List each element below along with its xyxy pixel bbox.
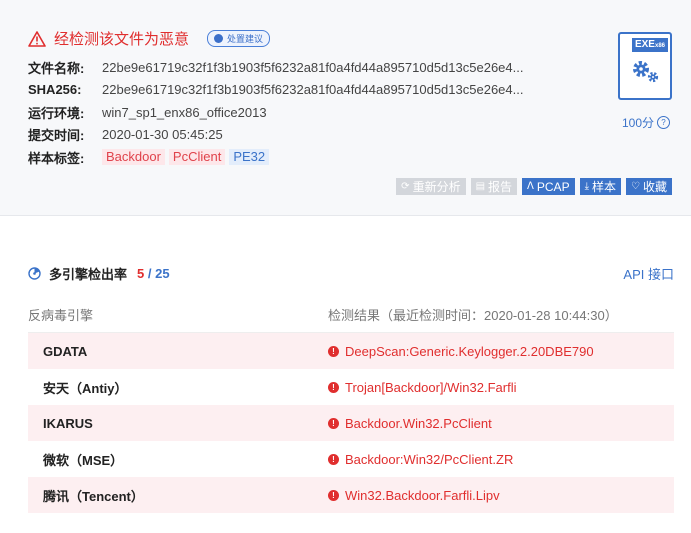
advice-button[interactable]: 处置建议 bbox=[207, 30, 271, 47]
sample-download-button[interactable]: ⤓ 样本 bbox=[579, 178, 622, 195]
warning-text: 经检测该文件为恶意 bbox=[54, 31, 190, 48]
table-row: IKARUS ! Backdoor.Win32.PcClient bbox=[28, 405, 674, 441]
advice-label: 处置建议 bbox=[227, 34, 264, 44]
exe-arch: x86 bbox=[654, 43, 665, 49]
reanalyze-button[interactable]: ⟳ 重新分析 bbox=[396, 178, 466, 195]
tags-label: 样本标签: bbox=[28, 150, 85, 166]
table-header: 反病毒引擎 检测结果（最近检测时间：2020-01-28 10:44:30） bbox=[28, 296, 674, 333]
filename-label: 文件名称: bbox=[28, 60, 85, 76]
exe-badge: EXEx86 bbox=[631, 38, 668, 52]
engine-name: 微软（MSE） bbox=[43, 452, 124, 468]
sha256-value: 22be9e61719c32f1f3b1903f5f6232a81f0a4fd4… bbox=[102, 82, 524, 98]
tags-row: 样本标签: Backdoor PcClient PE32 bbox=[28, 146, 523, 169]
time-row: 提交时间: 2020-01-30 05:45:25 bbox=[28, 124, 523, 147]
table-row: GDATA ! DeepScan:Generic.Keylogger.2.20DB… bbox=[28, 333, 674, 369]
score-value: 100分 bbox=[622, 116, 655, 130]
help-icon[interactable]: ? bbox=[657, 116, 671, 129]
detection-result: Backdoor.Win32.PcClient bbox=[345, 415, 492, 431]
detection-result: Trojan[Backdoor]/Win32.Farfli bbox=[345, 379, 517, 395]
exe-file-icon: EXEx86 bbox=[618, 32, 672, 100]
ratio-separator: / bbox=[147, 266, 152, 281]
sha256-row: SHA256: 22be9e61719c32f1f3b1903f5f6232a8… bbox=[28, 79, 523, 102]
tag-pcclient[interactable]: PcClient bbox=[168, 149, 226, 166]
file-info: 文件名称: 22be9e61719c32f1f3b1903f5f6232a81f… bbox=[28, 56, 523, 169]
col-engine-header: 反病毒引擎 bbox=[28, 307, 94, 323]
refresh-icon: ⟳ bbox=[401, 181, 410, 192]
engine-name: 腾讯（Tencent） bbox=[43, 488, 144, 504]
summary-panel: 经检测该文件为恶意 处置建议 文件名称: 22be9e61719c32f1f3b… bbox=[0, 0, 691, 216]
heart-icon: ♡ bbox=[631, 181, 640, 192]
detection-result: DeepScan:Generic.Keylogger.2.20DBE790 bbox=[345, 343, 594, 359]
report-button[interactable]: ▤ 报告 bbox=[470, 178, 518, 195]
engine-name: GDATA bbox=[43, 343, 88, 359]
time-value: 2020-01-30 05:45:25 bbox=[102, 127, 223, 143]
sample-label: 样本 bbox=[592, 180, 617, 194]
detected-count: 5 bbox=[137, 266, 145, 281]
table-row: 微软（MSE） ! Backdoor:Win32/PcClient.ZR bbox=[28, 441, 674, 477]
pcap-button[interactable]: ᐱ PCAP bbox=[522, 178, 575, 195]
filename-row: 文件名称: 22be9e61719c32f1f3b1903f5f6232a81f… bbox=[28, 56, 523, 79]
download-icon: ⤓ bbox=[584, 181, 589, 192]
detection-ratio: 5 / 25 bbox=[137, 266, 170, 281]
alert-icon: ! bbox=[328, 453, 339, 465]
table-row: 腾讯（Tencent） ! Win32.Backdoor.Farfli.Lipv bbox=[28, 477, 674, 513]
alert-icon: ! bbox=[328, 489, 339, 501]
engines-title: 多引擎检出率 bbox=[49, 267, 128, 282]
wrench-icon bbox=[214, 34, 224, 43]
alert-icon: ! bbox=[328, 345, 339, 357]
env-row: 运行环境: win7_sp1_enx86_office2013 bbox=[28, 101, 523, 124]
filename-value: 22be9e61719c32f1f3b1903f5f6232a81f0a4fd4… bbox=[102, 59, 524, 75]
time-label: 提交时间: bbox=[28, 128, 85, 144]
action-bar: ⟳ 重新分析 ▤ 报告 ᐱ PCAP ⤓ 样本 ♡ 收藏 bbox=[396, 178, 672, 195]
reanalyze-label: 重新分析 bbox=[412, 180, 461, 194]
detection-result: Win32.Backdoor.Farfli.Lipv bbox=[345, 487, 500, 503]
total-count: 25 bbox=[155, 266, 170, 281]
favorite-label: 收藏 bbox=[642, 180, 667, 194]
engine-name: IKARUS bbox=[43, 415, 93, 431]
malicious-warning: 经检测该文件为恶意 处置建议 bbox=[28, 28, 271, 49]
favorite-button[interactable]: ♡ 收藏 bbox=[626, 178, 672, 195]
engines-table: 反病毒引擎 检测结果（最近检测时间：2020-01-28 10:44:30） G… bbox=[28, 296, 674, 513]
exe-label: EXE bbox=[634, 39, 655, 50]
gear-icon bbox=[633, 61, 659, 83]
detection-result: Backdoor:Win32/PcClient.ZR bbox=[345, 451, 514, 467]
engines-section-header: 多引擎检出率 5 / 25 API 接口 bbox=[28, 264, 674, 283]
pcap-label: PCAP bbox=[536, 179, 570, 194]
table-row: 安天（Antiy） ! Trojan[Backdoor]/Win32.Farfli bbox=[28, 369, 674, 405]
threat-score: 100分 ? bbox=[622, 114, 671, 131]
env-label: 运行环境: bbox=[28, 105, 85, 121]
api-link[interactable]: API 接口 bbox=[623, 264, 674, 283]
sha256-label: SHA256: bbox=[28, 82, 82, 98]
report-label: 报告 bbox=[488, 180, 513, 194]
tag-backdoor[interactable]: Backdoor bbox=[102, 149, 165, 166]
document-icon: ▤ bbox=[475, 181, 486, 192]
env-value: win7_sp1_enx86_office2013 bbox=[102, 104, 267, 120]
warning-triangle-icon bbox=[28, 30, 46, 47]
engine-name: 安天（Antiy） bbox=[43, 380, 128, 396]
alert-icon: ! bbox=[328, 381, 339, 393]
pulse-icon: ᐱ bbox=[527, 181, 534, 192]
tag-pe32[interactable]: PE32 bbox=[229, 149, 270, 166]
alert-icon: ! bbox=[328, 417, 339, 429]
col-result-header: 检测结果（最近检测时间：2020-01-28 10:44:30） bbox=[328, 307, 618, 323]
radar-icon bbox=[28, 267, 41, 280]
